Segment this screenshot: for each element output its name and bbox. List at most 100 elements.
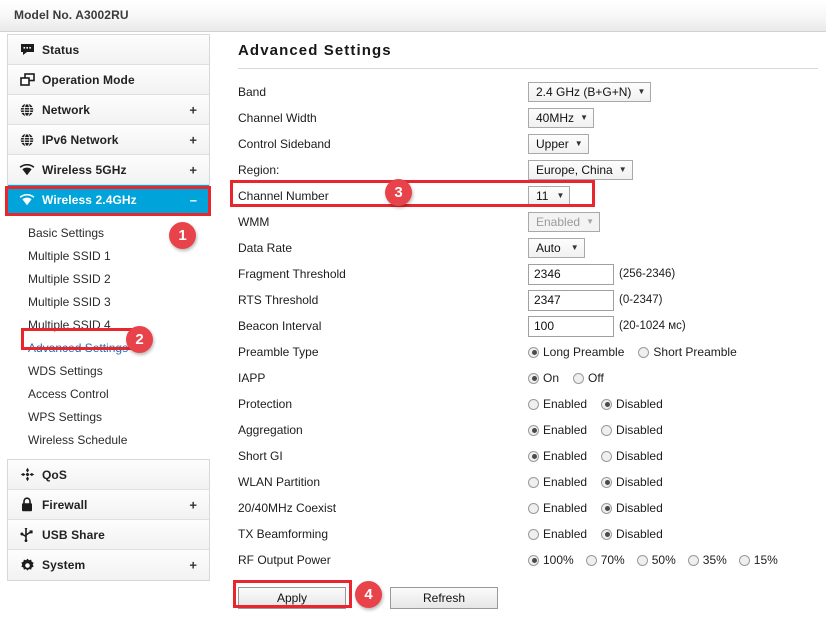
- coexist-disabled-option[interactable]: Disabled: [601, 501, 663, 515]
- apply-button[interactable]: Apply: [238, 587, 346, 609]
- option-label: 70%: [601, 553, 625, 567]
- aggregation-enabled-option[interactable]: Enabled: [528, 423, 587, 437]
- annotation-badge-4: 4: [355, 581, 382, 608]
- tx-beamforming-row: TX Beamforming Enabled Disabled: [228, 521, 818, 547]
- region-select[interactable]: Europe, China ▼: [528, 160, 633, 180]
- sidebar-subitem-multiple-ssid-2[interactable]: Multiple SSID 2: [7, 267, 210, 290]
- sidebar-subitem-access-control[interactable]: Access Control: [7, 382, 210, 405]
- protection-row: Protection Enabled Disabled: [228, 391, 818, 417]
- option-label: 50%: [652, 553, 676, 567]
- sidebar-subitem-wireless-schedule[interactable]: Wireless Schedule: [7, 428, 210, 451]
- speech-bubble-icon: [12, 43, 42, 56]
- sidebar-item-network[interactable]: Network +: [8, 95, 209, 125]
- data-rate-label: Data Rate: [238, 241, 528, 255]
- sidebar-item-firewall[interactable]: Firewall +: [8, 490, 209, 520]
- data-rate-select[interactable]: Auto ▼: [528, 238, 585, 258]
- coexist-radio-group: Enabled Disabled: [528, 501, 663, 515]
- main-content-panel: Advanced Settings Band 2.4 GHz (B+G+N) ▼…: [228, 34, 818, 609]
- sidebar-item-ipv6-network[interactable]: IPv6 Network +: [8, 125, 209, 155]
- beacon-interval-label: Beacon Interval: [238, 319, 528, 333]
- sidebar-item-operation-mode[interactable]: Operation Mode: [8, 65, 209, 95]
- radio-indicator: [528, 399, 539, 410]
- wifi-icon: [12, 194, 42, 206]
- sidebar-subitem-advanced-settings[interactable]: Advanced Settings: [7, 336, 210, 359]
- sidebar-subitem-multiple-ssid-4[interactable]: Multiple SSID 4: [7, 313, 210, 336]
- refresh-button[interactable]: Refresh: [390, 587, 498, 609]
- control-sideband-select[interactable]: Upper ▼: [528, 134, 589, 154]
- short-gi-row: Short GI Enabled Disabled: [228, 443, 818, 469]
- wlan-partition-row: WLAN Partition Enabled Disabled: [228, 469, 818, 495]
- aggregation-row: Aggregation Enabled Disabled: [228, 417, 818, 443]
- sidebar-item-label: Wireless 2.4GHz: [42, 193, 137, 207]
- wlan-partition-label: WLAN Partition: [238, 475, 528, 489]
- chevron-down-icon: ▼: [637, 88, 645, 96]
- tx-beamforming-disabled-option[interactable]: Disabled: [601, 527, 663, 541]
- band-control: 2.4 GHz (B+G+N) ▼: [528, 82, 651, 102]
- wmm-control: Enabled ▼: [528, 212, 600, 232]
- chevron-down-icon: ▼: [619, 166, 627, 174]
- subitem-label: Multiple SSID 1: [28, 249, 111, 263]
- wlan-partition-enabled-option[interactable]: Enabled: [528, 475, 587, 489]
- channel-width-row: Channel Width 40MHz ▼: [228, 105, 818, 131]
- protection-disabled-option[interactable]: Disabled: [601, 397, 663, 411]
- subitem-label: Wireless Schedule: [28, 433, 127, 447]
- rts-threshold-hint: (0-2347): [619, 294, 662, 306]
- wlan-partition-disabled-option[interactable]: Disabled: [601, 475, 663, 489]
- expander-indicator: +: [189, 163, 197, 176]
- short-gi-enabled-option[interactable]: Enabled: [528, 449, 587, 463]
- fragment-threshold-input[interactable]: [528, 264, 614, 285]
- page-title: Advanced Settings: [228, 34, 818, 68]
- radio-indicator: [601, 399, 612, 410]
- chevron-down-icon: ▼: [575, 140, 583, 148]
- region-label: Region:: [238, 163, 528, 177]
- subitem-label: Basic Settings: [28, 226, 104, 240]
- sidebar-subitem-wps-settings[interactable]: WPS Settings: [7, 405, 210, 428]
- rf-power-15-option[interactable]: 15%: [739, 553, 778, 567]
- collapse-indicator: –: [190, 193, 197, 206]
- wireless-24ghz-submenu: Basic Settings Multiple SSID 1 Multiple …: [7, 215, 210, 459]
- rf-power-50-option[interactable]: 50%: [637, 553, 676, 567]
- preamble-long-option[interactable]: Long Preamble: [528, 345, 624, 359]
- coexist-label: 20/40MHz Coexist: [238, 501, 528, 515]
- channel-width-select[interactable]: 40MHz ▼: [528, 108, 594, 128]
- protection-enabled-option[interactable]: Enabled: [528, 397, 587, 411]
- subitem-label: WPS Settings: [28, 410, 102, 424]
- sidebar-subitem-wds-settings[interactable]: WDS Settings: [7, 359, 210, 382]
- sidebar-item-label: Wireless 5GHz: [42, 163, 127, 177]
- rf-power-70-option[interactable]: 70%: [586, 553, 625, 567]
- control-sideband-label: Control Sideband: [238, 137, 528, 151]
- sidebar-item-wireless-24ghz[interactable]: Wireless 2.4GHz –: [8, 185, 209, 215]
- data-rate-row: Data Rate Auto ▼: [228, 235, 818, 261]
- rf-power-100-option[interactable]: 100%: [528, 553, 574, 567]
- region-control: Europe, China ▼: [528, 160, 633, 180]
- sidebar-item-label: QoS: [42, 468, 67, 482]
- rf-power-35-option[interactable]: 35%: [688, 553, 727, 567]
- band-select[interactable]: 2.4 GHz (B+G+N) ▼: [528, 82, 651, 102]
- wmm-select: Enabled ▼: [528, 212, 600, 232]
- sidebar-item-usb-share[interactable]: USB Share: [8, 520, 209, 550]
- radio-indicator: [528, 451, 539, 462]
- subitem-label: Advanced Settings: [28, 341, 128, 355]
- rts-threshold-label: RTS Threshold: [238, 293, 528, 307]
- sidebar-item-label: System: [42, 558, 85, 572]
- wlan-partition-radio-group: Enabled Disabled: [528, 475, 663, 489]
- preamble-short-option[interactable]: Short Preamble: [638, 345, 736, 359]
- sidebar-item-system[interactable]: System +: [8, 550, 209, 580]
- beacon-interval-input[interactable]: [528, 316, 614, 337]
- short-gi-disabled-option[interactable]: Disabled: [601, 449, 663, 463]
- coexist-enabled-option[interactable]: Enabled: [528, 501, 587, 515]
- subitem-label: Multiple SSID 3: [28, 295, 111, 309]
- rts-threshold-input[interactable]: [528, 290, 614, 311]
- iapp-on-option[interactable]: On: [528, 371, 559, 385]
- sidebar-item-wireless-5ghz[interactable]: Wireless 5GHz +: [8, 155, 209, 185]
- tx-beamforming-radio-group: Enabled Disabled: [528, 527, 663, 541]
- sidebar-item-status[interactable]: Status: [8, 35, 209, 65]
- option-label: Disabled: [616, 423, 663, 437]
- channel-number-select[interactable]: 11 ▼: [528, 186, 570, 206]
- iapp-off-option[interactable]: Off: [573, 371, 604, 385]
- option-label: 15%: [754, 553, 778, 567]
- aggregation-disabled-option[interactable]: Disabled: [601, 423, 663, 437]
- tx-beamforming-enabled-option[interactable]: Enabled: [528, 527, 587, 541]
- sidebar-item-qos[interactable]: QoS: [8, 460, 209, 490]
- sidebar-subitem-multiple-ssid-3[interactable]: Multiple SSID 3: [7, 290, 210, 313]
